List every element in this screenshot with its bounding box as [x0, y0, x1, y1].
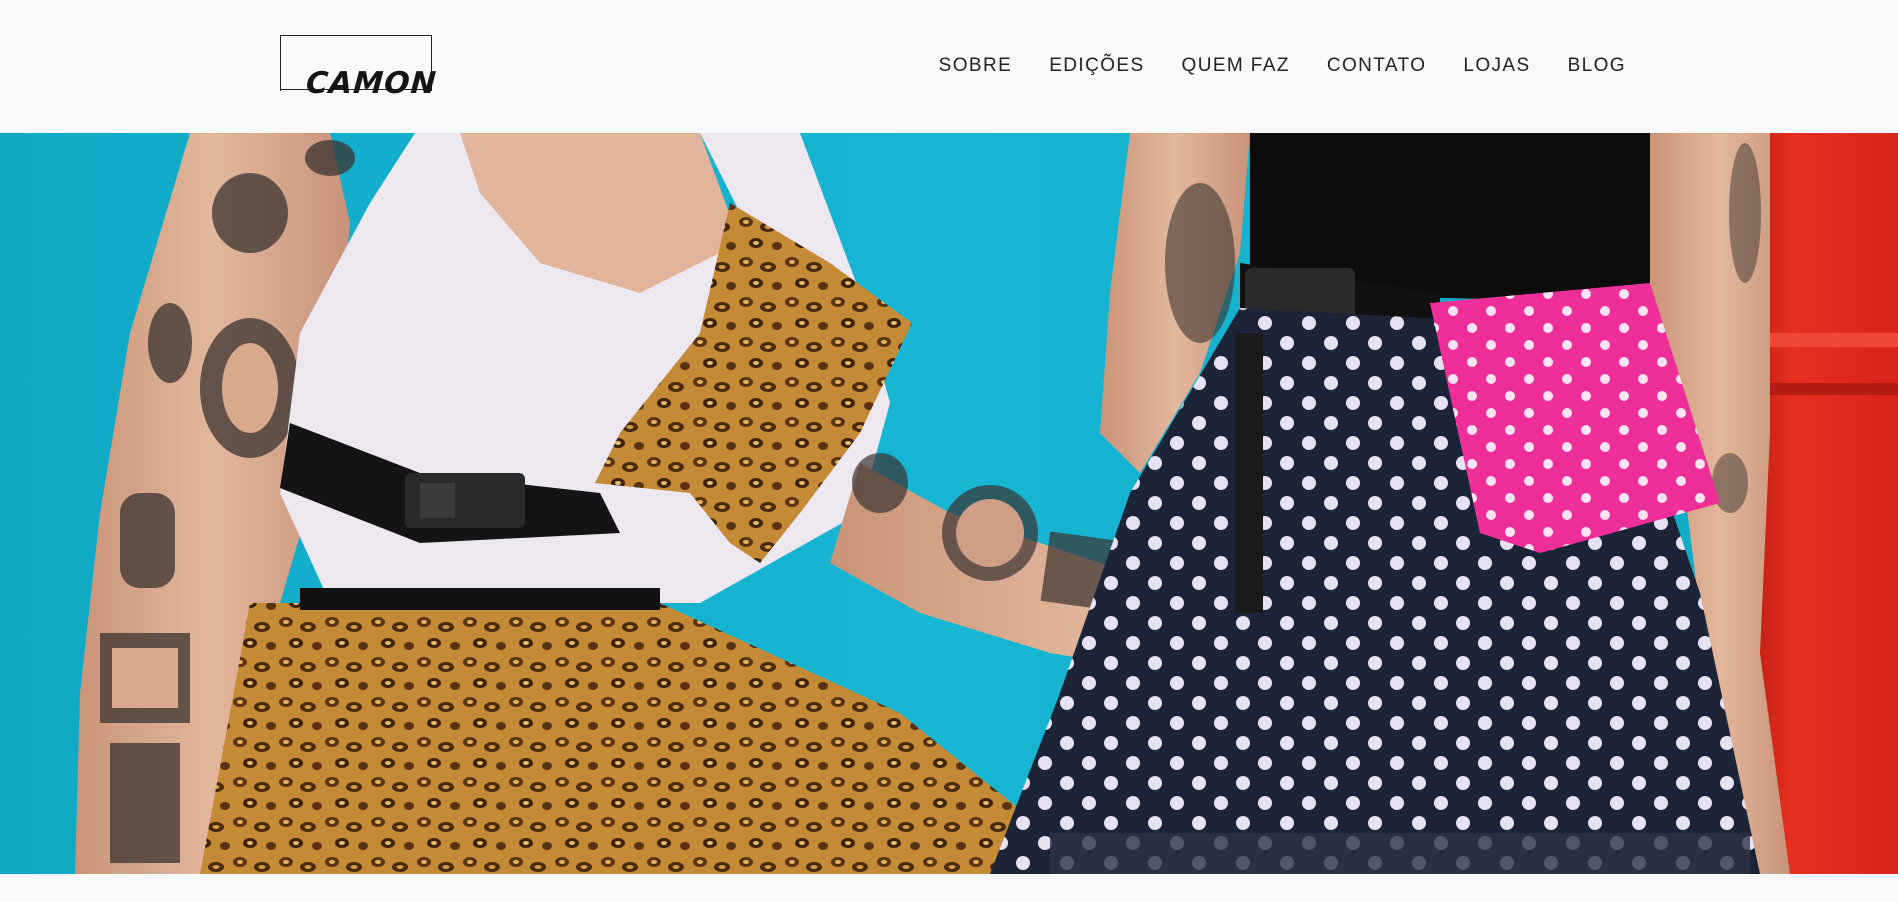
nav-item-sobre[interactable]: SOBRE [939, 52, 1013, 80]
page-bottom-strip [0, 874, 1898, 902]
logo-text[interactable]: CAMON [305, 64, 439, 104]
nav-item-contato[interactable]: CONTATO [1327, 52, 1427, 80]
site-header: CAMON SOBRE EDIÇÕES QUEM FAZ CONTATO LOJ… [0, 0, 1898, 133]
nav-item-quem-faz[interactable]: QUEM FAZ [1182, 52, 1290, 80]
hero-photo-illustration [0, 133, 1898, 874]
main-nav: SOBRE EDIÇÕES QUEM FAZ CONTATO LOJAS BLO… [902, 52, 1626, 80]
nav-item-edicoes[interactable]: EDIÇÕES [1049, 52, 1144, 80]
hero-image [0, 133, 1898, 874]
nav-item-lojas[interactable]: LOJAS [1463, 52, 1530, 80]
nav-item-blog[interactable]: BLOG [1568, 52, 1626, 80]
